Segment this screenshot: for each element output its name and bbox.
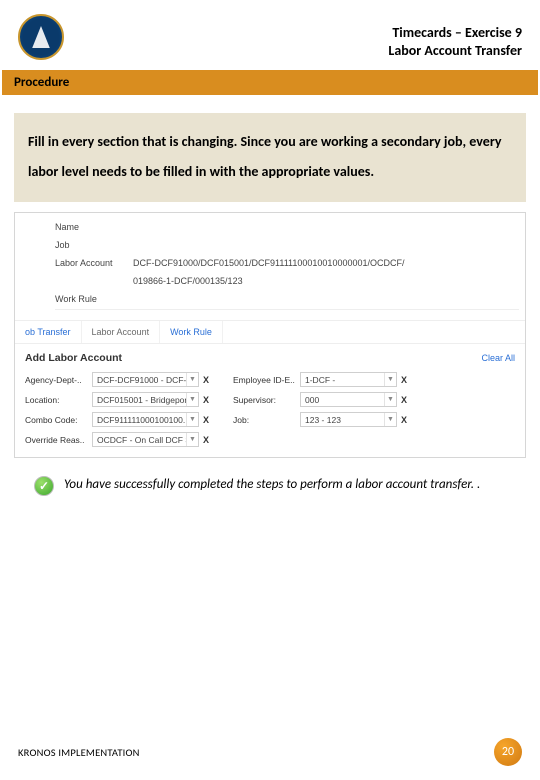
success-message: ✓ You have successfully completed the st… <box>34 476 512 496</box>
instruction-text: Fill in every section that is changing. … <box>14 113 526 202</box>
combo-code-label: Combo Code: <box>25 415 88 425</box>
name-label: Name <box>55 222 133 232</box>
clear-field-icon[interactable]: X <box>401 415 413 425</box>
page-number-badge: 20 <box>494 738 522 766</box>
tab-labor-account[interactable]: Labor Account <box>82 321 161 343</box>
combo-code-select[interactable]: DCF911111000100100.. ▼ <box>92 412 199 427</box>
tab-job-transfer[interactable]: ob Transfer <box>15 321 82 343</box>
override-reason-label: Override Reas.. <box>25 435 88 445</box>
employee-id-label: Employee ID-E.. <box>233 375 296 385</box>
employee-id-select[interactable]: 1-DCF - ▼ <box>300 372 397 387</box>
chevron-down-icon: ▼ <box>384 393 396 406</box>
section-title: Add Labor Account <box>25 352 122 364</box>
procedure-bar: Procedure <box>2 70 538 95</box>
job-select-label: Job: <box>233 415 296 425</box>
work-rule-label: Work Rule <box>55 294 133 304</box>
header: Timecards – Exercise 9 Labor Account Tra… <box>0 0 540 70</box>
chevron-down-icon: ▼ <box>186 413 198 426</box>
agency-dept-label: Agency-Dept-.. <box>25 375 88 385</box>
transfer-details: Name Job Labor Account DCF-DCF91000/DCF0… <box>15 213 525 320</box>
clear-field-icon[interactable]: X <box>203 415 215 425</box>
title-block: Timecards – Exercise 9 Labor Account Tra… <box>388 14 522 60</box>
chevron-down-icon: ▼ <box>186 433 198 446</box>
chevron-down-icon: ▼ <box>384 373 396 386</box>
tab-work-rule[interactable]: Work Rule <box>160 321 223 343</box>
screenshot-panel: Name Job Labor Account DCF-DCF91000/DCF0… <box>14 212 526 458</box>
location-label: Location: <box>25 395 88 405</box>
override-reason-select[interactable]: OCDCF - On Call DCF Sta.. ▼ <box>92 432 199 447</box>
job-label: Job <box>55 240 133 250</box>
state-seal-logo <box>18 14 64 60</box>
supervisor-label: Supervisor: <box>233 395 296 405</box>
location-select[interactable]: DCF015001 - Bridgeport .. ▼ <box>92 392 199 407</box>
labor-account-form: Agency-Dept-.. DCF-DCF91000 - DCF-Dep.. … <box>15 370 525 457</box>
clear-field-icon[interactable]: X <box>401 375 413 385</box>
job-select[interactable]: 123 - 123 ▼ <box>300 412 397 427</box>
chevron-down-icon: ▼ <box>186 373 198 386</box>
agency-dept-select[interactable]: DCF-DCF91000 - DCF-Dep.. ▼ <box>92 372 199 387</box>
title-line-1: Timecards – Exercise 9 <box>388 24 522 42</box>
labor-account-value-cont: 019866-1-DCF/000135/123 <box>133 276 243 286</box>
check-circle-icon: ✓ <box>34 476 54 496</box>
labor-account-label: Labor Account <box>55 258 133 268</box>
title-line-2: Labor Account Transfer <box>388 42 522 60</box>
transfer-tabs: ob Transfer Labor Account Work Rule <box>15 320 525 344</box>
clear-field-icon[interactable]: X <box>401 395 413 405</box>
footer-text: KRONOS IMPLEMENTATION <box>18 746 140 759</box>
supervisor-select[interactable]: 000 ▼ <box>300 392 397 407</box>
clear-field-icon[interactable]: X <box>203 375 215 385</box>
divider <box>55 309 519 310</box>
labor-account-value: DCF-DCF91000/DCF015001/DCF91111100010010… <box>133 258 404 268</box>
clear-all-link[interactable]: Clear All <box>481 353 515 363</box>
chevron-down-icon: ▼ <box>186 393 198 406</box>
success-text: You have successfully completed the step… <box>64 476 480 494</box>
footer: KRONOS IMPLEMENTATION 20 <box>0 738 540 766</box>
section-header: Add Labor Account Clear All <box>15 344 525 370</box>
clear-field-icon[interactable]: X <box>203 435 215 445</box>
chevron-down-icon: ▼ <box>384 413 396 426</box>
clear-field-icon[interactable]: X <box>203 395 215 405</box>
